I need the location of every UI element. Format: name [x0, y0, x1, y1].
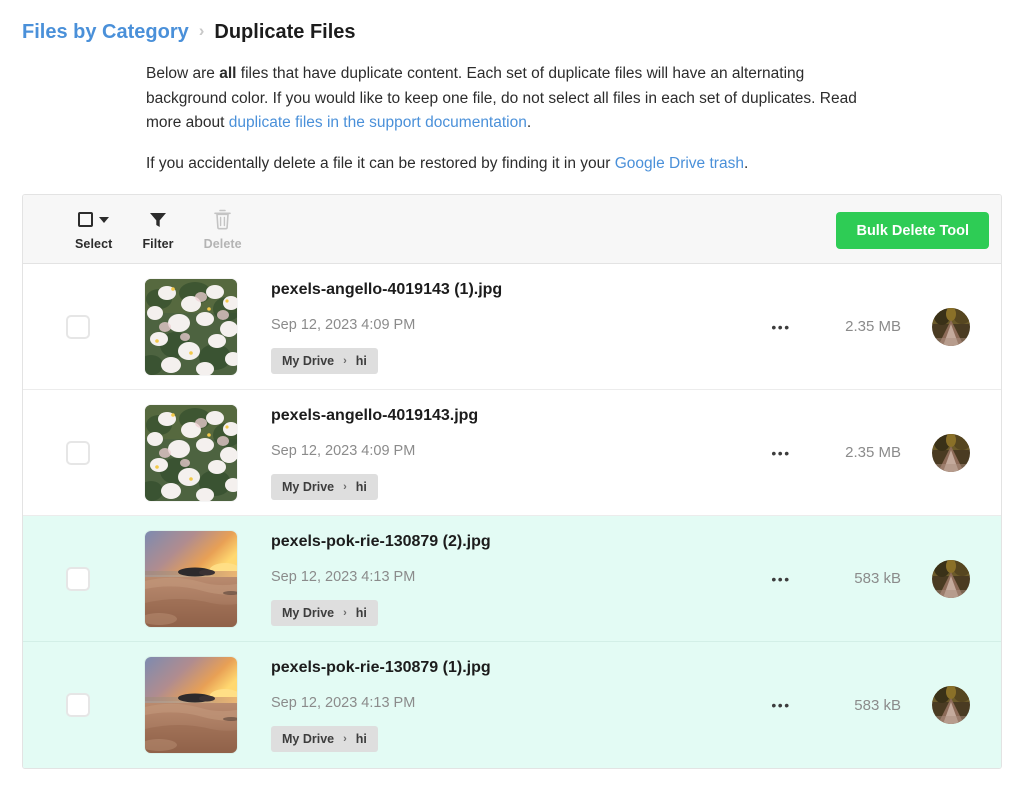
select-button[interactable]: Select — [75, 208, 112, 251]
checkbox-dropdown-icon — [78, 208, 110, 232]
file-menu-cell: ••• — [753, 698, 809, 712]
file-info-cell: pexels-pok-rie-130879 (2).jpg Sep 12, 20… — [248, 532, 753, 626]
select-button-label: Select — [75, 236, 113, 251]
file-date: Sep 12, 2023 4:09 PM — [271, 442, 416, 459]
file-name[interactable]: pexels-pok-rie-130879 (1).jpg — [271, 658, 753, 678]
file-location-folder: hi — [355, 732, 367, 746]
file-location-pill[interactable]: My Drive › hi — [271, 473, 378, 500]
chevron-right-icon: › — [343, 606, 347, 619]
chevron-right-icon: › — [343, 354, 347, 367]
file-menu-cell: ••• — [753, 446, 809, 460]
file-owner-cell — [901, 686, 1001, 724]
file-select-cell — [23, 566, 133, 591]
file-menu-cell: ••• — [753, 320, 809, 334]
funnel-icon — [148, 208, 168, 232]
avatar[interactable] — [932, 433, 970, 472]
file-name[interactable]: pexels-angello-4019143.jpg — [271, 406, 753, 426]
file-location-pill[interactable]: My Drive › hi — [271, 726, 378, 752]
file-checkbox[interactable] — [66, 566, 90, 591]
table-toolbar: Select Filter Delete Bulk Delete Tool — [23, 195, 1001, 264]
file-date: Sep 12, 2023 4:09 PM — [271, 316, 416, 333]
file-location-folder: hi — [355, 605, 367, 620]
file-checkbox[interactable] — [66, 693, 90, 717]
delete-button-label: Delete — [203, 236, 242, 251]
file-select-cell — [23, 693, 133, 717]
file-owner-cell — [901, 559, 1001, 598]
file-date: Sep 12, 2023 4:13 PM — [271, 568, 416, 585]
file-select-cell — [23, 314, 133, 339]
file-row[interactable]: pexels-angello-4019143 (1).jpg Sep 12, 2… — [23, 264, 1001, 390]
file-thumbnail-image[interactable] — [144, 278, 237, 375]
file-name[interactable]: pexels-pok-rie-130879 (2).jpg — [271, 532, 753, 552]
file-checkbox[interactable] — [66, 314, 90, 339]
intro-paragraph-1: Below are all files that have duplicate … — [146, 62, 858, 136]
file-location-pill[interactable]: My Drive › hi — [271, 599, 378, 626]
file-row[interactable]: pexels-pok-rie-130879 (1).jpg Sep 12, 20… — [23, 642, 1001, 768]
delete-button[interactable]: Delete — [204, 208, 242, 251]
file-size: 583 kB — [854, 570, 901, 587]
intro-p2-part-b: . — [743, 154, 749, 172]
breadcrumb-parent-link[interactable]: Files by Category — [22, 18, 189, 46]
file-row[interactable]: pexels-angello-4019143.jpg Sep 12, 2023 … — [23, 390, 1001, 516]
file-size: 2.35 MB — [845, 444, 901, 461]
intro-p1-bold: all — [219, 65, 237, 82]
chevron-down-icon — [99, 216, 110, 223]
trash-icon — [213, 208, 232, 232]
file-location-pill[interactable]: My Drive › hi — [271, 347, 378, 374]
file-owner-cell — [901, 307, 1001, 346]
file-owner-cell — [901, 433, 1001, 472]
breadcrumb: Files by Category › Duplicate Files — [22, 18, 356, 46]
page-title: Duplicate Files — [214, 21, 356, 43]
chevron-right-icon: › — [198, 21, 205, 40]
intro-text: Below are all files that have duplicate … — [146, 62, 858, 176]
intro-p2-part-a: If you accidentally delete a file it can… — [146, 154, 615, 172]
avatar[interactable] — [932, 559, 970, 598]
file-thumbnail-cell — [133, 530, 248, 627]
more-options-icon[interactable]: ••• — [771, 446, 790, 460]
duplicate-files-card: Select Filter Delete Bulk Delete Tool pe… — [22, 194, 1002, 769]
file-list: pexels-angello-4019143 (1).jpg Sep 12, 2… — [23, 264, 1001, 768]
file-thumbnail-cell — [133, 278, 248, 375]
file-thumbnail-image[interactable] — [144, 530, 237, 627]
file-name[interactable]: pexels-angello-4019143 (1).jpg — [271, 280, 753, 300]
file-checkbox[interactable] — [66, 440, 90, 465]
file-info-cell: pexels-angello-4019143.jpg Sep 12, 2023 … — [248, 406, 753, 500]
file-size: 583 kB — [854, 696, 901, 714]
more-options-icon[interactable]: ••• — [771, 698, 790, 712]
file-thumbnail-cell — [133, 657, 248, 753]
file-thumbnail-image[interactable] — [144, 404, 237, 501]
avatar[interactable] — [932, 307, 970, 346]
bulk-delete-tool-button[interactable]: Bulk Delete Tool — [836, 212, 989, 249]
filter-button[interactable]: Filter — [142, 208, 174, 251]
intro-p1-part-c: . — [526, 114, 532, 131]
file-location-folder: hi — [355, 479, 367, 494]
file-location-drive: My Drive — [282, 479, 335, 494]
file-size: 2.35 MB — [845, 318, 901, 335]
more-options-icon[interactable]: ••• — [771, 320, 790, 334]
file-location-drive: My Drive — [282, 353, 335, 368]
file-location-folder: hi — [355, 353, 367, 368]
avatar[interactable] — [932, 686, 970, 724]
google-drive-trash-link[interactable]: Google Drive trash — [615, 155, 744, 172]
file-info-cell: pexels-angello-4019143 (1).jpg Sep 12, 2… — [248, 280, 753, 374]
chevron-right-icon: › — [343, 480, 347, 493]
file-info-cell: pexels-pok-rie-130879 (1).jpg Sep 12, 20… — [248, 658, 753, 752]
file-date: Sep 12, 2023 4:13 PM — [271, 695, 416, 711]
file-row[interactable]: pexels-pok-rie-130879 (2).jpg Sep 12, 20… — [23, 516, 1001, 642]
filter-button-label: Filter — [142, 236, 174, 251]
file-location-drive: My Drive — [282, 605, 335, 620]
file-thumbnail-cell — [133, 404, 248, 501]
chevron-right-icon: › — [343, 733, 347, 745]
support-documentation-link[interactable]: duplicate files in the support documenta… — [229, 114, 527, 131]
intro-paragraph-2: If you accidentally delete a file it can… — [146, 152, 858, 177]
file-menu-cell: ••• — [753, 572, 809, 586]
checkbox-square-icon — [78, 212, 94, 227]
file-thumbnail-image[interactable] — [144, 657, 237, 753]
more-options-icon[interactable]: ••• — [771, 572, 790, 586]
file-location-drive: My Drive — [282, 732, 335, 746]
intro-p1-part-a: Below are — [146, 65, 220, 82]
file-select-cell — [23, 440, 133, 465]
